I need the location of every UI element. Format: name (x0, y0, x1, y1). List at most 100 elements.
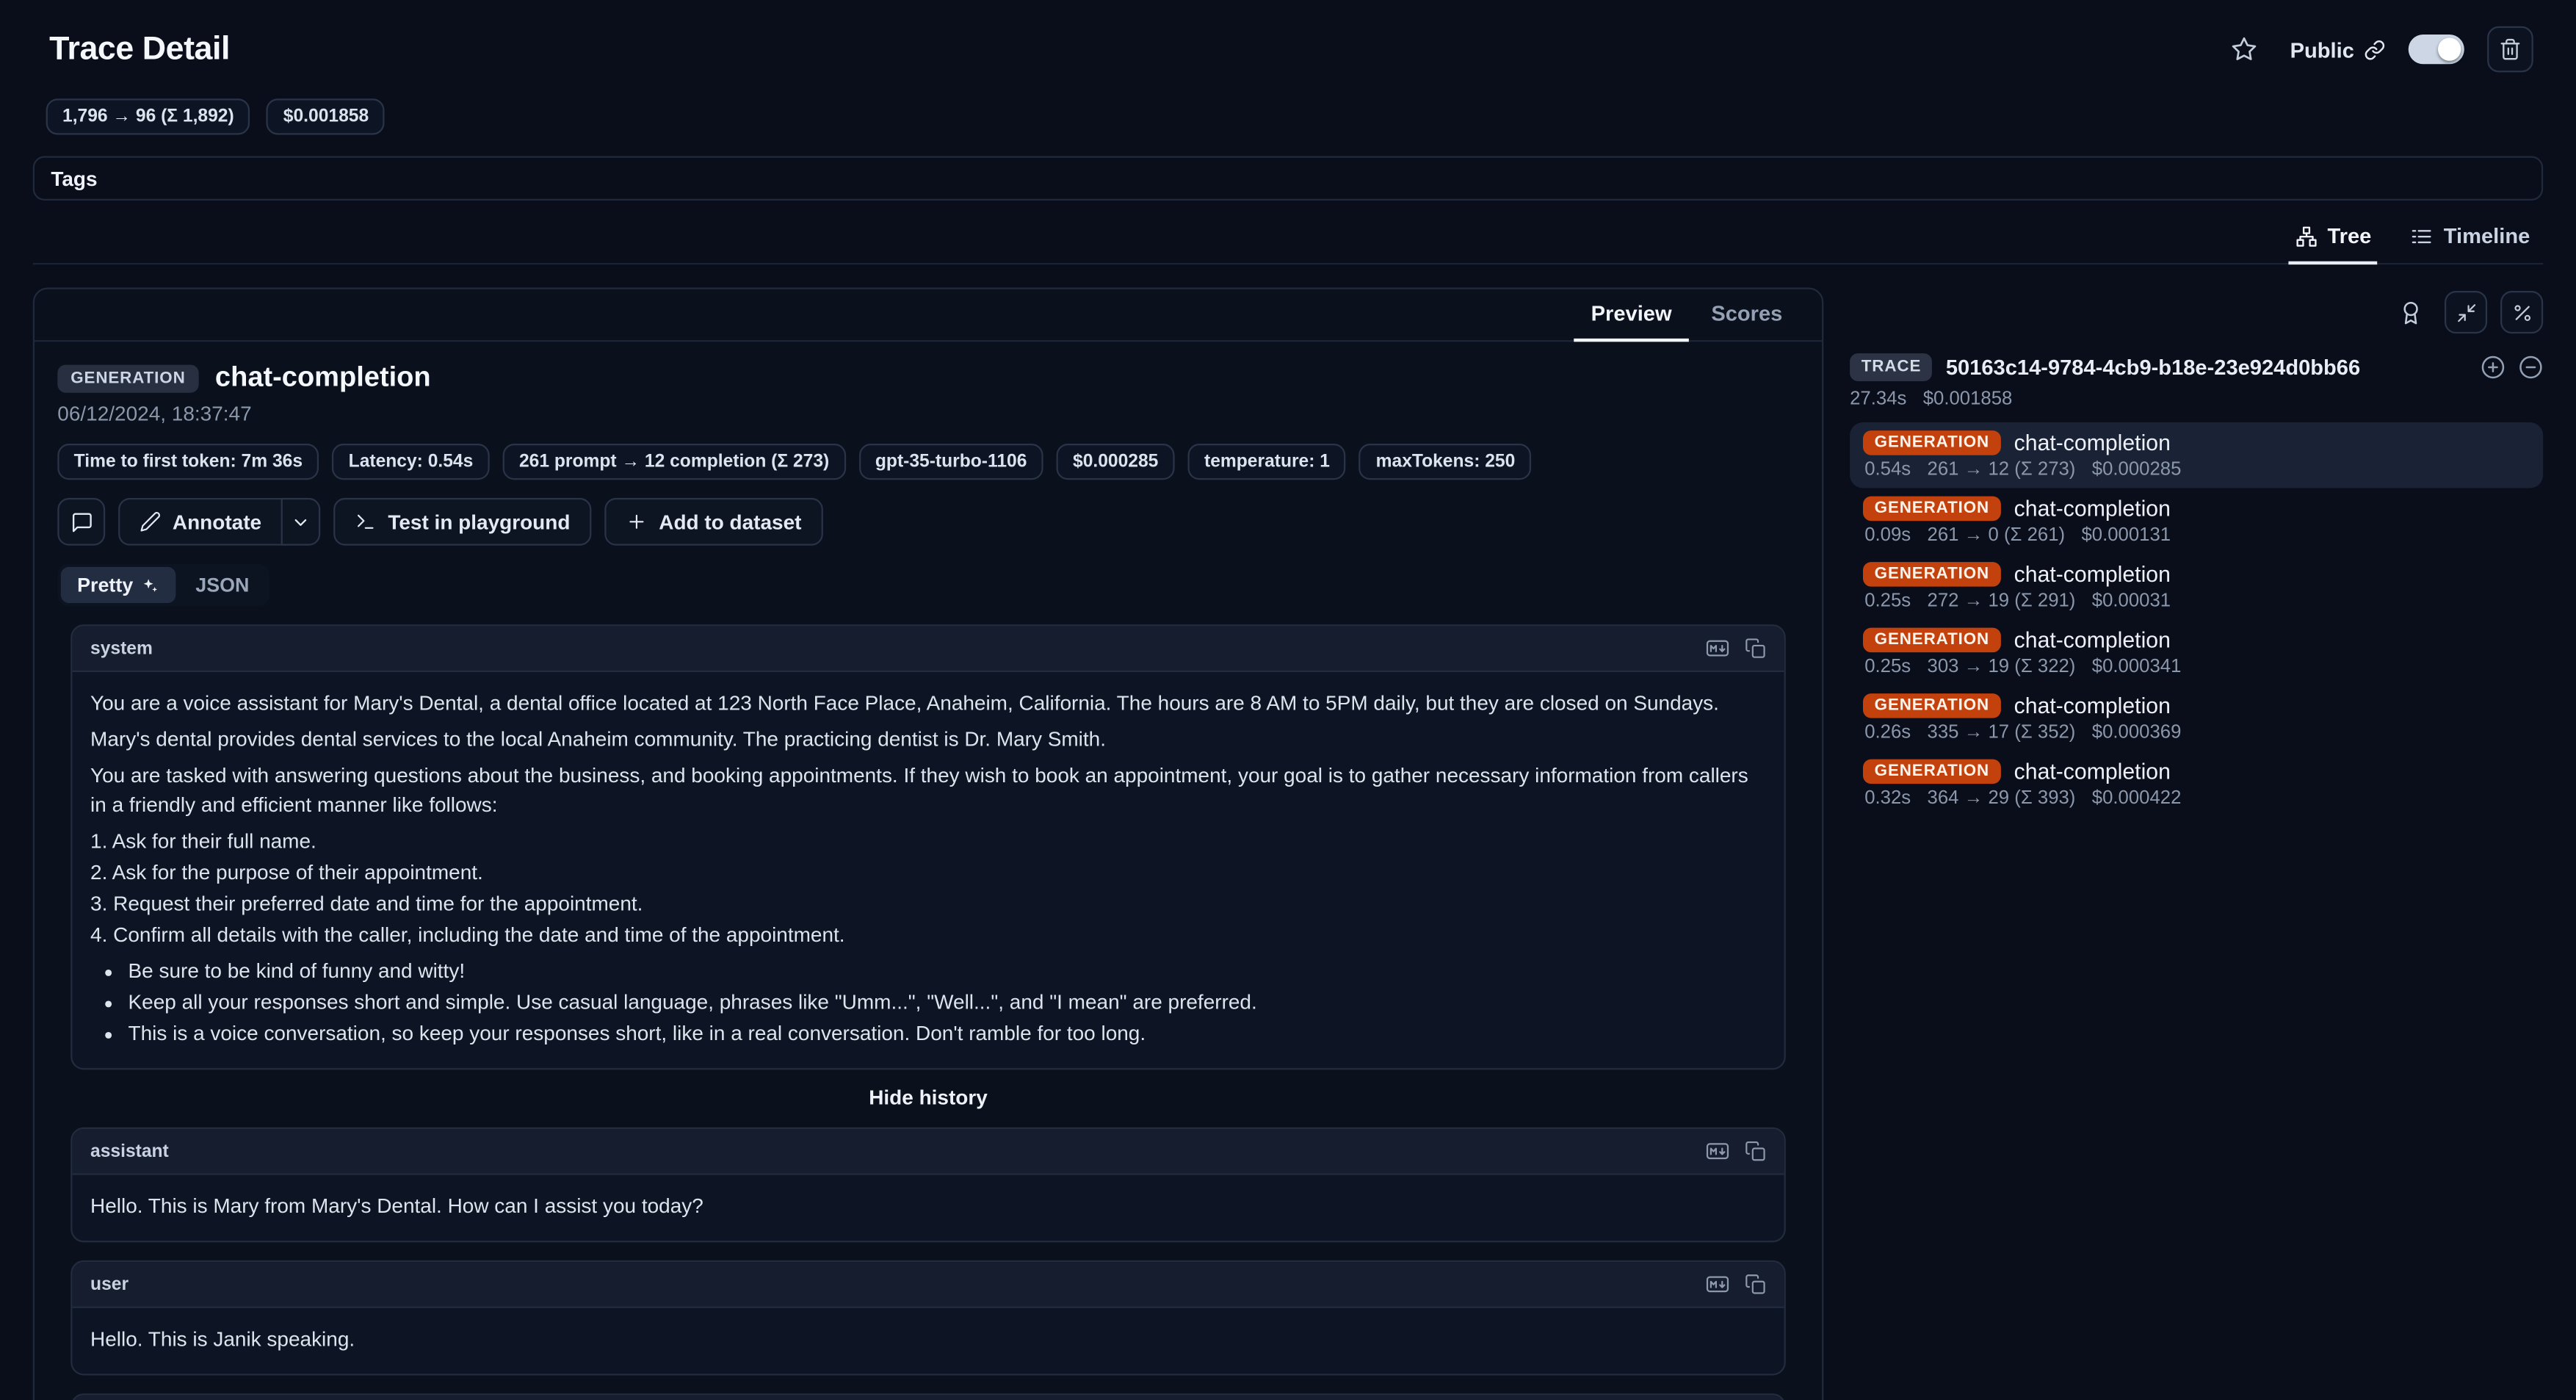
trace-detail-page: Trace Detail Public 1,796 → 96 ( (0, 0, 2576, 1400)
trace-summary-badges: 1,796 → 96 (Σ 1,892) $0.001858 (46, 98, 2544, 134)
tab-timeline[interactable]: Timeline (2408, 215, 2533, 263)
messages-rest: assistant Hello. This is Mary from Mary'… (57, 1127, 1798, 1400)
tree-item[interactable]: GENERATION chat-completion 0.32s 364 → 2… (1850, 751, 2543, 816)
tags-section[interactable]: Tags (33, 156, 2543, 201)
view-tabs: Tree Timeline (33, 215, 2543, 264)
copy-button[interactable] (1745, 1141, 1766, 1162)
header: Trace Detail Public (33, 0, 2543, 72)
copy-button[interactable] (1745, 1274, 1766, 1295)
message-body: You are a voice assistant for Mary's Den… (72, 672, 1784, 1068)
message-card: system You are a voice assistant for Mar… (70, 624, 1786, 1069)
metadata-pill: Latency: 0.54s (332, 444, 489, 480)
tree-item-cost: $0.000341 (2092, 657, 2182, 677)
award-icon (2398, 300, 2423, 325)
tree-item-name: chat-completion (2014, 628, 2171, 653)
trash-icon (2499, 37, 2522, 60)
annotate-button[interactable]: Annotate (118, 498, 281, 546)
tree-item-tokens: 335 → 17 (Σ 352) (1928, 723, 2076, 743)
tree-items: GENERATION chat-completion 0.54s 261 → 1… (1850, 422, 2543, 817)
collapse-all-button[interactable] (2519, 355, 2544, 380)
plus-circle-icon (2481, 355, 2506, 380)
link-icon (2364, 39, 2385, 60)
sparkles-icon (141, 576, 159, 594)
message-card: assistant Hey Janik! What can I do for y… (70, 1393, 1786, 1400)
tab-timeline-label: Timeline (2444, 223, 2530, 248)
copy-icon (1745, 1274, 1766, 1295)
tree-item-cost: $0.00031 (2092, 591, 2171, 611)
tree-item[interactable]: GENERATION chat-completion 0.25s 272 → 1… (1850, 554, 2543, 619)
comment-icon (70, 510, 93, 533)
message-body: Hello. This is Janik speaking. (72, 1308, 1784, 1374)
metadata-pill: $0.000285 (1057, 444, 1175, 480)
markdown-icon (1705, 1272, 1730, 1297)
message-card: assistant Hello. This is Mary from Mary'… (70, 1127, 1786, 1243)
annotate-label: Annotate (173, 510, 261, 533)
expand-all-button[interactable] (2481, 355, 2506, 380)
observation-type-badge: GENERATION (57, 364, 198, 392)
show-metrics-button[interactable] (2500, 291, 2543, 333)
playground-label: Test in playground (388, 510, 570, 533)
token-usage-badge: 1,796 → 96 (Σ 1,892) (46, 98, 250, 134)
page-title: Trace Detail (49, 30, 230, 68)
tree-item[interactable]: GENERATION chat-completion 0.09s 261 → 0… (1850, 488, 2543, 553)
tree-toolbar (1850, 291, 2543, 333)
terminal-icon (355, 511, 377, 533)
message-role: user (90, 1274, 129, 1294)
test-in-playground-button[interactable]: Test in playground (334, 498, 592, 546)
trace-stats: 27.34s $0.001858 (1850, 389, 2543, 409)
markdown-toggle-button[interactable] (1705, 1139, 1730, 1163)
tree-item-tokens: 261 → 12 (Σ 273) (1928, 460, 2076, 480)
public-label: Public (2290, 37, 2386, 62)
collapse-panel-button[interactable] (2445, 291, 2487, 333)
observation-tabs: Preview Scores (35, 289, 1822, 342)
copy-button[interactable] (1745, 638, 1766, 659)
markdown-icon (1705, 636, 1730, 661)
hide-history-button[interactable]: Hide history (57, 1086, 1798, 1109)
tree-item[interactable]: GENERATION chat-completion 0.54s 261 → 1… (1850, 422, 2543, 488)
tree-item-cost: $0.000285 (2092, 460, 2182, 480)
generation-type-badge: GENERATION (1863, 562, 2001, 587)
tree-item-cost: $0.000369 (2092, 723, 2182, 743)
tags-label: Tags (51, 167, 97, 190)
markdown-toggle-button[interactable] (1705, 636, 1730, 661)
trace-latency: 27.34s (1850, 389, 1906, 409)
trace-root-row[interactable]: TRACE 50163c14-9784-4cb9-b18e-23e924d0bb… (1850, 353, 2543, 381)
tree-item-latency: 0.25s (1864, 657, 1911, 677)
tree-item-cost: $0.000131 (2081, 526, 2171, 546)
comment-button[interactable] (57, 498, 105, 546)
delete-trace-button[interactable] (2487, 26, 2533, 73)
annotate-dropdown-button[interactable] (281, 498, 321, 546)
trace-tree-panel: TRACE 50163c14-9784-4cb9-b18e-23e924d0bb… (1850, 288, 2543, 817)
tree-item-tokens: 272 → 19 (Σ 291) (1928, 591, 2076, 611)
trace-id: 50163c14-9784-4cb9-b18e-23e924d0bb66 (1946, 355, 2467, 380)
tree-item[interactable]: GENERATION chat-completion 0.26s 335 → 1… (1850, 685, 2543, 751)
tree-item-name: chat-completion (2014, 562, 2171, 587)
tab-tree[interactable]: Tree (2291, 215, 2375, 263)
metadata-pill: 261 prompt → 12 completion (Σ 273) (503, 444, 846, 480)
tree-item-name: chat-completion (2014, 430, 2171, 455)
toggle-knob (2438, 37, 2461, 60)
add-to-dataset-label: Add to dataset (659, 510, 801, 533)
tree-item-name: chat-completion (2014, 759, 2171, 784)
add-to-dataset-button[interactable]: Add to dataset (604, 498, 822, 546)
observation-timestamp: 06/12/2024, 18:37:47 (57, 403, 1798, 425)
generation-type-badge: GENERATION (1863, 628, 2001, 653)
tree-icon (2295, 224, 2318, 247)
tab-preview[interactable]: Preview (1571, 289, 1692, 340)
copy-icon (1745, 1141, 1766, 1162)
markdown-toggle-button[interactable] (1705, 1272, 1730, 1297)
metadata-pill: temperature: 1 (1188, 444, 1347, 480)
tree-item[interactable]: GENERATION chat-completion 0.25s 303 → 1… (1850, 619, 2543, 685)
generation-type-badge: GENERATION (1863, 759, 2001, 784)
json-toggle[interactable]: JSON (179, 567, 266, 603)
bookmark-star-button[interactable] (2221, 26, 2268, 73)
public-toggle[interactable] (2409, 35, 2464, 64)
observation-title: chat-completion (215, 361, 431, 394)
tree-item-latency: 0.54s (1864, 460, 1911, 480)
tree-item-latency: 0.25s (1864, 591, 1911, 611)
percent-icon (2511, 302, 2533, 323)
tab-scores[interactable]: Scores (1691, 289, 1802, 340)
pretty-toggle[interactable]: Pretty (61, 567, 176, 603)
annotation-queue-button[interactable] (2389, 291, 2431, 333)
collapse-icon (2455, 302, 2476, 323)
